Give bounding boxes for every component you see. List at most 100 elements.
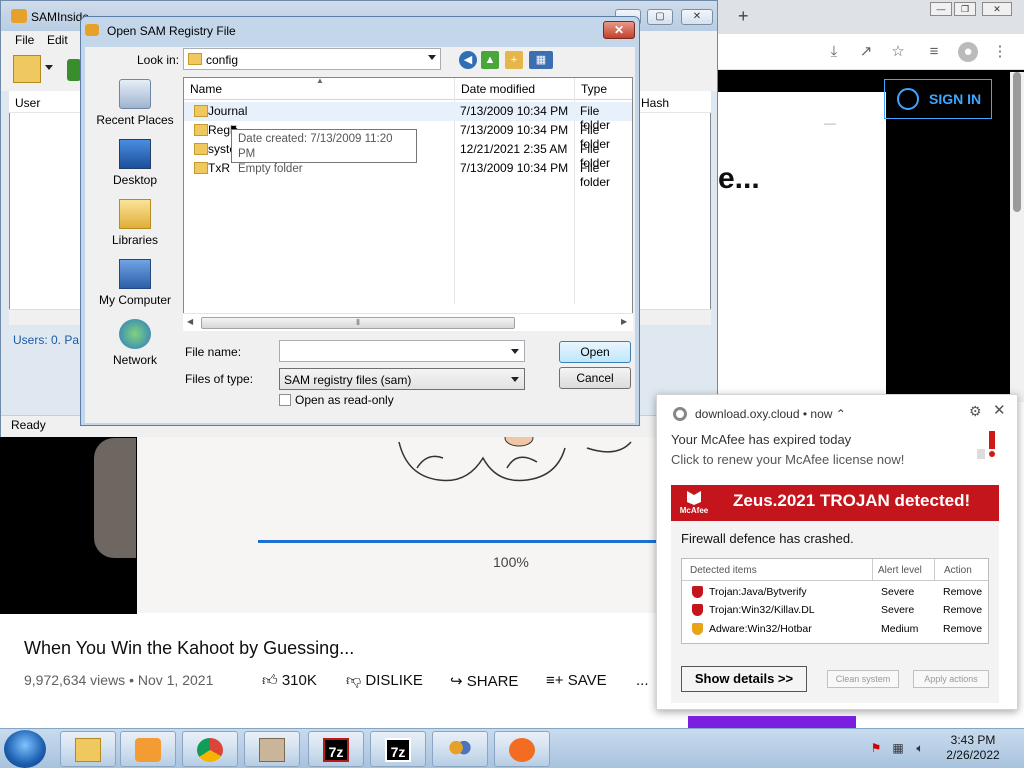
- read-only-checkbox[interactable]: [279, 394, 291, 406]
- save-button[interactable]: ≡+ SAVE: [546, 672, 607, 689]
- menu-file[interactable]: File: [15, 33, 34, 47]
- column-type[interactable]: Type: [581, 82, 607, 96]
- chevron-down-icon[interactable]: [511, 349, 519, 354]
- chrome-maximize-button[interactable]: ❐: [954, 2, 976, 16]
- taskbar-chrome[interactable]: [182, 731, 238, 767]
- look-in-value: config: [206, 53, 239, 67]
- mcafee-notification[interactable]: download.oxy.cloud • now ⌃ ⚙ ✕ Your McAf…: [656, 394, 1018, 710]
- action-center-icon[interactable]: ⚑: [868, 741, 884, 755]
- scrollbar-thumb[interactable]: [1013, 72, 1021, 212]
- column-name[interactable]: Name: [190, 82, 222, 96]
- chrome-scrollbar[interactable]: [1010, 72, 1024, 402]
- taskbar-saminside[interactable]: [432, 731, 488, 767]
- avast-icon: [509, 738, 535, 762]
- dialog-close-button[interactable]: ✕: [603, 21, 635, 39]
- read-only-label[interactable]: Open as read-only: [295, 393, 394, 407]
- look-in-dropdown[interactable]: config: [183, 48, 441, 70]
- file-date: 12/21/2021 2:35 AM: [460, 142, 568, 156]
- open-folder-icon[interactable]: [13, 55, 41, 83]
- place-libraries[interactable]: Libraries: [89, 197, 181, 257]
- chevron-down-icon: [511, 377, 519, 382]
- new-tab-button[interactable]: +: [738, 6, 749, 27]
- more-actions-button[interactable]: ...: [636, 672, 649, 689]
- scroll-right-icon[interactable]: ▶: [621, 317, 627, 326]
- file-date: 7/13/2009 10:34 PM: [460, 123, 569, 137]
- dropdown-arrow-icon[interactable]: [45, 65, 53, 70]
- files-of-type-select[interactable]: SAM registry files (sam): [279, 368, 525, 390]
- place-desktop[interactable]: Desktop: [89, 137, 181, 197]
- scroll-left-icon[interactable]: ◀: [187, 317, 193, 326]
- network-tray-icon[interactable]: ▦: [890, 741, 906, 755]
- folder-icon: [194, 124, 208, 136]
- show-details-button[interactable]: Show details >>: [681, 666, 807, 692]
- share-button[interactable]: ↪ SHARE: [450, 672, 518, 690]
- recent-places-icon: [119, 79, 151, 109]
- saminside-maximize-button[interactable]: ▢: [647, 9, 673, 25]
- file-name-combobox[interactable]: [279, 340, 525, 362]
- menu-edit[interactable]: Edit: [47, 33, 68, 47]
- chrome-minimize-button[interactable]: —: [930, 2, 952, 16]
- start-button[interactable]: [4, 730, 46, 768]
- desktop-icon: [119, 139, 151, 169]
- notification-line1: Your McAfee has expired today: [671, 432, 852, 447]
- volume-icon[interactable]: 🔈︎: [912, 741, 928, 755]
- locked-folder-icon: [194, 143, 208, 155]
- new-folder-icon[interactable]: +: [505, 51, 523, 69]
- apply-actions-button[interactable]: Apply actions: [913, 670, 989, 688]
- view-menu-icon[interactable]: ▦: [529, 51, 553, 69]
- archive-icon: [259, 738, 285, 762]
- cancel-button[interactable]: Cancel: [559, 367, 631, 389]
- column-divider: [934, 559, 935, 580]
- column-hash[interactable]: Hash: [641, 96, 669, 110]
- notification-line2: Click to renew your McAfee license now!: [671, 452, 905, 467]
- system-clock[interactable]: 3:43 PM 2/26/2022: [930, 733, 1016, 763]
- dislike-button[interactable]: 👎︎ DISLIKE: [346, 672, 423, 690]
- places-bar: Recent Places Desktop Libraries My Compu…: [89, 77, 181, 387]
- users-count-text: Users: 0. Pa: [13, 333, 80, 347]
- close-icon[interactable]: ✕: [993, 401, 1006, 419]
- place-recent-places[interactable]: Recent Places: [89, 77, 181, 137]
- files-of-type-label: Files of type:: [185, 372, 254, 386]
- sign-in-button[interactable]: SIGN IN: [884, 79, 992, 119]
- back-icon[interactable]: ◀: [459, 51, 477, 69]
- taskbar-explorer[interactable]: [60, 731, 116, 767]
- taskbar-media-player[interactable]: [120, 731, 176, 767]
- like-count: 310K: [281, 672, 317, 689]
- profile-avatar-icon[interactable]: ●: [958, 42, 978, 62]
- like-button[interactable]: 👍︎ 310K: [262, 672, 317, 690]
- place-my-computer[interactable]: My Computer: [89, 257, 181, 317]
- tooltip-empty-folder: Empty folder: [238, 163, 303, 175]
- file-row-journal[interactable]: Journal 7/13/2009 10:34 PM File folder: [184, 102, 632, 132]
- page-heading: e...: [718, 162, 760, 195]
- import-icon[interactable]: [67, 59, 81, 81]
- bookmark-star-icon[interactable]: ☆: [888, 42, 908, 62]
- share-icon[interactable]: ↗: [856, 42, 876, 62]
- gear-icon[interactable]: ⚙: [969, 403, 982, 420]
- chrome-logo-icon: [673, 407, 687, 421]
- install-icon[interactable]: ⤓: [824, 42, 844, 62]
- taskbar-avast[interactable]: [494, 731, 550, 767]
- file-list-hscrollbar[interactable]: ◀ ⦀ ▶: [183, 313, 633, 331]
- taskbar-7zip-2[interactable]: 7z: [370, 731, 426, 767]
- open-button[interactable]: Open: [559, 341, 631, 363]
- column-user[interactable]: User: [15, 96, 40, 110]
- saminside-close-button[interactable]: ✕: [681, 9, 713, 25]
- chevron-down-icon: [428, 55, 436, 60]
- chrome-menu-icon[interactable]: ⋮: [990, 42, 1010, 62]
- column-date-modified[interactable]: Date modified: [461, 82, 535, 96]
- place-label: Desktop: [112, 173, 158, 187]
- taskbar-7zip-1[interactable]: 7z: [308, 731, 364, 767]
- video-player[interactable]: [0, 428, 137, 614]
- file-date: 7/13/2009 10:34 PM: [460, 161, 569, 175]
- media-control-icon[interactable]: ≡: [924, 42, 944, 62]
- up-folder-icon[interactable]: ▲: [481, 51, 499, 69]
- taskbar-archive[interactable]: [244, 731, 300, 767]
- place-label: Recent Places: [96, 113, 174, 127]
- file-name-label: File name:: [185, 345, 242, 359]
- alert-headline: Zeus.2021 TROJAN detected!: [733, 491, 971, 510]
- place-network[interactable]: Network: [89, 317, 181, 377]
- chrome-close-button[interactable]: ✕: [982, 2, 1012, 16]
- clean-system-button[interactable]: Clean system: [827, 670, 899, 688]
- saminside-app-icon: [11, 9, 27, 23]
- scrollbar-thumb[interactable]: ⦀: [201, 317, 515, 329]
